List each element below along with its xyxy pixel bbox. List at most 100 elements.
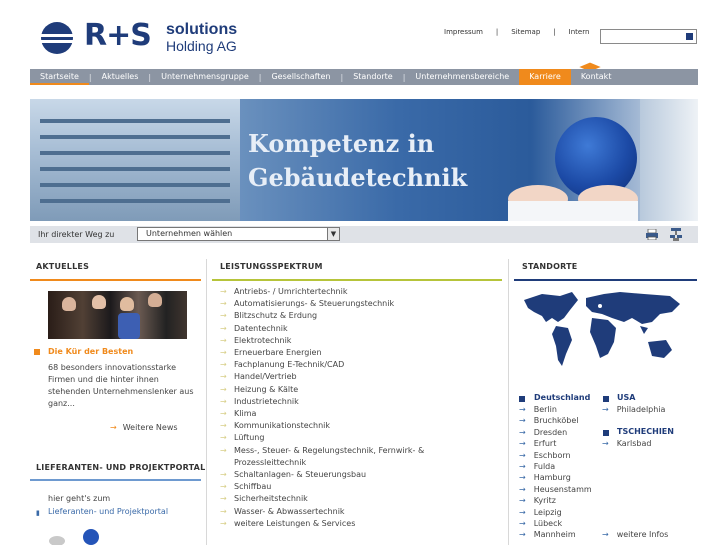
aktuelles-heading: AKTUELLES [36,262,90,271]
news-image[interactable] [48,291,187,339]
nav-item-kontakt[interactable]: Kontakt [571,69,622,85]
city-item[interactable]: → Leipzig [519,507,592,518]
service-item[interactable]: → Kommunikationstechnik [220,420,434,432]
arrow-right-icon: → [220,470,227,480]
city-item[interactable]: → Bruchköbel [519,415,592,426]
service-item[interactable]: → Industrietechnik [220,396,434,408]
nav-item-karriere[interactable]: Karriere [519,69,571,85]
nav-item-gesellschaften[interactable]: Gesellschaften [261,69,340,85]
service-list: → Antriebs- / Umrichtertechnik → Automatis… [220,286,434,530]
building-image [30,99,240,221]
quick-access-label: Ihr direkter Weg zu [38,230,115,239]
service-item[interactable]: → Lüftung [220,432,434,444]
service-item-label: Schiffbau [234,482,272,492]
aktuelles-underline [30,279,201,281]
arrow-right-icon: → [519,416,526,426]
arrow-right-icon: → [519,405,526,414]
country-usa[interactable]: USA [617,393,635,402]
city-item[interactable]: → Philadelphia [602,404,665,415]
service-item[interactable]: → Antriebs- / Umrichtertechnik [220,286,434,298]
service-item[interactable]: → Elektrotechnik [220,335,434,347]
service-item-label: Erneuerbare Energien [234,348,322,358]
more-news-link[interactable]: → Weitere News [110,423,178,432]
city-item[interactable]: → Hamburg [519,472,592,483]
leistung-underline [212,279,502,281]
service-item-label: weitere Leistungen & Services [234,518,356,528]
hands-image [508,185,638,221]
portal-bullet-icon: ▮ [36,509,40,517]
service-item[interactable]: → Sicherheitstechnik [220,493,434,505]
service-item-label: Sicherheitstechnik [234,494,308,504]
company-logo[interactable]: R+S solutions Holding AG [40,18,250,56]
service-item[interactable]: → Fachplanung E-Technik/CAD [220,359,434,371]
nav-item-aktuelles[interactable]: Aktuelles [92,69,149,85]
usa-city-list: → Philadelphia [602,404,665,415]
news-title-link[interactable]: Die Kür der Besten [48,347,133,356]
search-submit-icon[interactable] [686,33,693,40]
service-item[interactable]: → weitere Leistungen & Services [220,518,434,530]
company-select-value: Unternehmen wählen [146,229,233,238]
banner-line-1: Kompetenz in [248,129,435,158]
impressum-link[interactable]: Impressum [444,28,496,36]
service-item[interactable]: → Schiffbau [220,481,434,493]
more-infos-link[interactable]: → weitere Infos [602,530,668,539]
service-item[interactable]: → Schaltanlagen- & Steuerungsbau [220,469,434,481]
sitemap-link[interactable]: Sitemap [498,28,553,36]
main-nav: Startseite | Aktuelles | Unternehmensgru… [30,69,698,85]
print-icon[interactable] [646,229,658,240]
portal-link[interactable]: Lieferanten- und Projektportal [48,507,168,516]
arrow-right-icon: → [519,530,526,540]
arrow-right-icon: → [602,405,609,414]
service-item[interactable]: → Datentechnik [220,323,434,335]
leistung-heading: LEISTUNGSSPEKTRUM [220,262,323,271]
city-item[interactable]: → Heusenstamm [519,484,592,495]
city-label: Bruchköbel [533,416,579,426]
service-item-label: Industrietechnik [234,396,299,406]
city-label: Leipzig [533,507,562,517]
nav-item-standorte[interactable]: Standorte [343,69,403,85]
news-image-face [62,297,76,311]
city-label: Philadelphia [616,405,666,414]
news-teaser: 68 besonders innovationsstarke Firmen un… [48,363,194,408]
city-item[interactable]: → Lübeck [519,518,592,529]
city-label: Eschborn [533,450,571,460]
service-item[interactable]: → Heizung & Kälte [220,384,434,396]
city-item[interactable]: → Dresden [519,427,592,438]
city-item[interactable]: → Kyritz [519,495,592,506]
hero-banner: Kompetenz in Gebäudetechnik [30,99,698,221]
service-item[interactable]: → Wasser- & Abwassertechnik [220,506,434,518]
city-label: Hamburg [533,473,571,483]
city-item[interactable]: → Berlin [519,404,592,415]
search-input[interactable] [600,29,697,44]
city-item[interactable]: → Eschborn [519,450,592,461]
service-item[interactable]: → Handel/Vertrieb [220,371,434,383]
portal-intro-text: hier geht's zum [48,494,111,503]
city-item[interactable]: → Karlsbad [602,438,651,449]
nav-item-startseite[interactable]: Startseite [30,69,89,85]
sitemap-icon[interactable] [670,228,682,241]
arrow-right-icon: → [110,423,117,432]
service-item[interactable]: → Automatisierungs- & Steuerungstechnik [220,298,434,310]
chevron-down-icon[interactable]: ▼ [327,228,339,240]
world-map[interactable] [520,288,687,381]
nav-item-unternehmensbereiche[interactable]: Unternehmensbereiche [405,69,519,85]
nav-item-unternehmensgruppe[interactable]: Unternehmensgruppe [151,69,259,85]
city-item[interactable]: → Erfurt [519,438,592,449]
company-select[interactable]: Unternehmen wählen ▼ [137,227,340,241]
city-label: Dresden [533,427,568,437]
city-item[interactable]: → Mannheim [519,529,592,540]
service-item[interactable]: → Mess-, Steuer- & Regelungstechnik, Fern… [220,445,434,469]
arrow-right-icon: → [602,439,609,448]
arrow-right-icon: → [220,494,227,504]
country-deutschland[interactable]: Deutschland [534,393,590,402]
service-item[interactable]: → Blitzschutz & Erdung [220,310,434,322]
news-bullet-icon [34,349,40,355]
service-item[interactable]: → Klima [220,408,434,420]
city-item[interactable]: → Fulda [519,461,592,472]
arrow-right-icon: → [220,335,227,345]
intern-link[interactable]: Intern [556,28,603,36]
arrow-right-icon: → [519,427,526,437]
country-tschechien[interactable]: TSCHECHIEN [617,427,674,436]
service-item[interactable]: → Erneuerbare Energien [220,347,434,359]
arrow-right-icon: → [519,450,526,460]
